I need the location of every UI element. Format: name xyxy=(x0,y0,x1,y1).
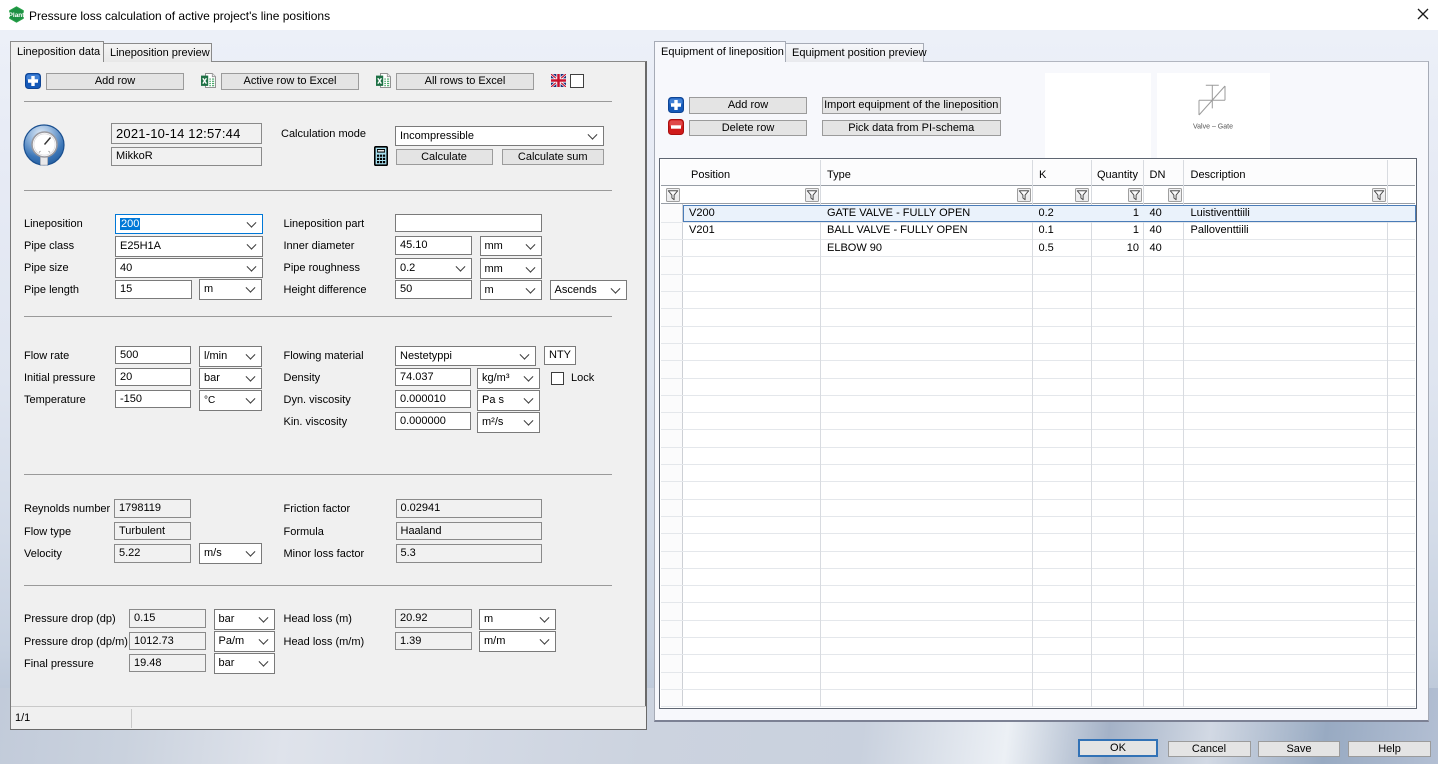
svg-text:Plant: Plant xyxy=(9,12,25,19)
svg-text:Valve – Gate: Valve – Gate xyxy=(1193,124,1233,131)
